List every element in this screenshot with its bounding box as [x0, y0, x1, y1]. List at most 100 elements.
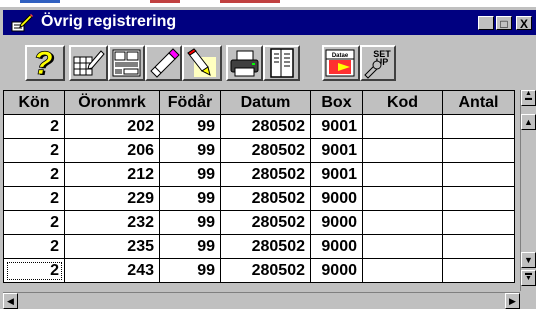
edit-form-button[interactable]: [69, 45, 108, 81]
column-header-box[interactable]: Box: [310, 90, 363, 115]
cell-kon[interactable]: 2: [3, 210, 65, 235]
scroll-left-arrow-icon[interactable]: ◀: [3, 293, 18, 309]
cell-box[interactable]: 9001: [310, 114, 363, 139]
cell-fodar[interactable]: 99: [159, 234, 221, 259]
cell-datum[interactable]: 280502: [220, 186, 311, 211]
table-row[interactable]: 2 212 99 280502 9001: [3, 162, 515, 187]
cell-box[interactable]: 9001: [310, 138, 363, 163]
cell-kod[interactable]: [362, 234, 443, 259]
scroll-right-arrow-icon[interactable]: ▶: [505, 293, 520, 309]
cell-box[interactable]: 9001: [310, 162, 363, 187]
cell-oronmrk[interactable]: 202: [64, 114, 160, 139]
table-row[interactable]: 2 206 99 280502 9001: [3, 138, 515, 163]
table-row[interactable]: 2 235 99 280502 9000: [3, 234, 515, 259]
highlighter-button[interactable]: [182, 45, 222, 81]
setup-icon: SET UP: [364, 49, 391, 79]
database-exit-label: Datae: [332, 53, 349, 59]
background-strip: [0, 0, 536, 7]
grid-layout-button[interactable]: [108, 45, 145, 81]
cell-datum[interactable]: 280502: [220, 138, 311, 163]
column-header-antal[interactable]: Antal: [442, 90, 515, 115]
cell-oronmrk[interactable]: 212: [64, 162, 160, 187]
cell-kod[interactable]: [362, 258, 443, 283]
help-icon: ? ?: [33, 45, 55, 82]
cell-oronmrk[interactable]: 229: [64, 186, 160, 211]
cell-antal[interactable]: [442, 258, 515, 283]
cell-fodar[interactable]: 99: [159, 114, 221, 139]
column-header-datum[interactable]: Datum: [220, 90, 311, 115]
table-row[interactable]: 2 229 99 280502 9000: [3, 186, 515, 211]
cell-datum[interactable]: 280502: [220, 114, 311, 139]
cell-kod[interactable]: [362, 210, 443, 235]
cell-box[interactable]: 9000: [310, 186, 363, 211]
cell-kon[interactable]: 2: [3, 162, 65, 187]
ovrig-registrering-window: Övrig registrering _ □ X ? ? Datae SET U…: [0, 7, 536, 309]
table-header-row: Kön Öronmrk Födår Datum Box Kod Antal: [3, 90, 515, 115]
toolbar: ? ? Datae SET UP: [0, 40, 536, 88]
cell-antal[interactable]: [442, 234, 515, 259]
column-header-kon[interactable]: Kön: [3, 90, 65, 115]
cell-kon[interactable]: 2: [3, 114, 65, 139]
cell-oronmrk[interactable]: 235: [64, 234, 160, 259]
setup-button[interactable]: SET UP: [360, 45, 396, 81]
cell-datum[interactable]: 280502: [220, 162, 311, 187]
cell-kod[interactable]: [362, 138, 443, 163]
cell-kod[interactable]: [362, 186, 443, 211]
scroll-up-arrow-icon[interactable]: ▲: [521, 114, 536, 130]
edit-form-icon: [73, 50, 105, 76]
background-fragment: [220, 0, 280, 3]
cell-kon[interactable]: 2: [3, 234, 65, 259]
cell-datum[interactable]: 280502: [220, 234, 311, 259]
cell-kon[interactable]: 2: [3, 186, 65, 211]
help-button[interactable]: ? ?: [25, 45, 65, 82]
cell-fodar[interactable]: 99: [159, 162, 221, 187]
background-fragment: [150, 0, 180, 3]
close-button[interactable]: X: [516, 16, 532, 31]
cell-kod[interactable]: [362, 162, 443, 187]
maximize-button[interactable]: □: [496, 16, 512, 31]
column-header-oronmrk[interactable]: Öronmrk: [64, 90, 160, 115]
print-button[interactable]: [226, 45, 263, 81]
column-header-fodar[interactable]: Födår: [159, 90, 221, 115]
cell-antal[interactable]: [442, 186, 515, 211]
database-exit-icon: Datae: [325, 49, 355, 77]
registration-grid-area: Kön Öronmrk Födår Datum Box Kod Antal 22…: [0, 90, 536, 309]
table-row[interactable]: 2 232 99 280502 9000: [3, 210, 515, 235]
document-list-button[interactable]: [263, 45, 300, 81]
vertical-scrollbar[interactable]: ▲ ▬ ▲ ▼ ▬ ▼: [520, 90, 536, 291]
cell-kon[interactable]: 2: [3, 258, 65, 283]
cell-datum[interactable]: 280502: [220, 210, 311, 235]
minimize-button[interactable]: _: [478, 16, 494, 31]
column-header-kod[interactable]: Kod: [362, 90, 443, 115]
title-bar[interactable]: Övrig registrering _ □ X: [3, 10, 536, 35]
cell-oronmrk[interactable]: 206: [64, 138, 160, 163]
cell-antal[interactable]: [442, 162, 515, 187]
cell-fodar[interactable]: 99: [159, 210, 221, 235]
grid-layout-icon: [112, 49, 141, 77]
cell-antal[interactable]: [442, 210, 515, 235]
cell-fodar[interactable]: 99: [159, 258, 221, 283]
cell-antal[interactable]: [442, 138, 515, 163]
database-exit-button[interactable]: Datae: [322, 45, 360, 81]
pencil-eraser-button[interactable]: [145, 45, 182, 81]
cell-fodar[interactable]: 99: [159, 186, 221, 211]
cell-kon[interactable]: 2: [3, 138, 65, 163]
cell-oronmrk[interactable]: 232: [64, 210, 160, 235]
scroll-end-marker-icon[interactable]: ▬ ▼: [521, 270, 536, 286]
svg-text:?: ?: [33, 47, 53, 79]
document-list-icon: [270, 48, 294, 78]
window-title: Övrig registrering: [41, 13, 177, 30]
cell-antal[interactable]: [442, 114, 515, 139]
header-scroll-marker-icon[interactable]: ▲ ▬: [521, 90, 536, 106]
cell-oronmrk[interactable]: 243: [64, 258, 160, 283]
cell-kod[interactable]: [362, 114, 443, 139]
table-row[interactable]: 2 243 99 280502 9000: [3, 258, 515, 283]
cell-box[interactable]: 9000: [310, 210, 363, 235]
table-row[interactable]: 2 202 99 280502 9001: [3, 114, 515, 139]
horizontal-scrollbar[interactable]: ◀ ▶: [3, 292, 520, 309]
cell-datum[interactable]: 280502: [220, 258, 311, 283]
cell-box[interactable]: 9000: [310, 258, 363, 283]
cell-box[interactable]: 9000: [310, 234, 363, 259]
scroll-down-arrow-icon[interactable]: ▼: [521, 252, 536, 268]
cell-fodar[interactable]: 99: [159, 138, 221, 163]
